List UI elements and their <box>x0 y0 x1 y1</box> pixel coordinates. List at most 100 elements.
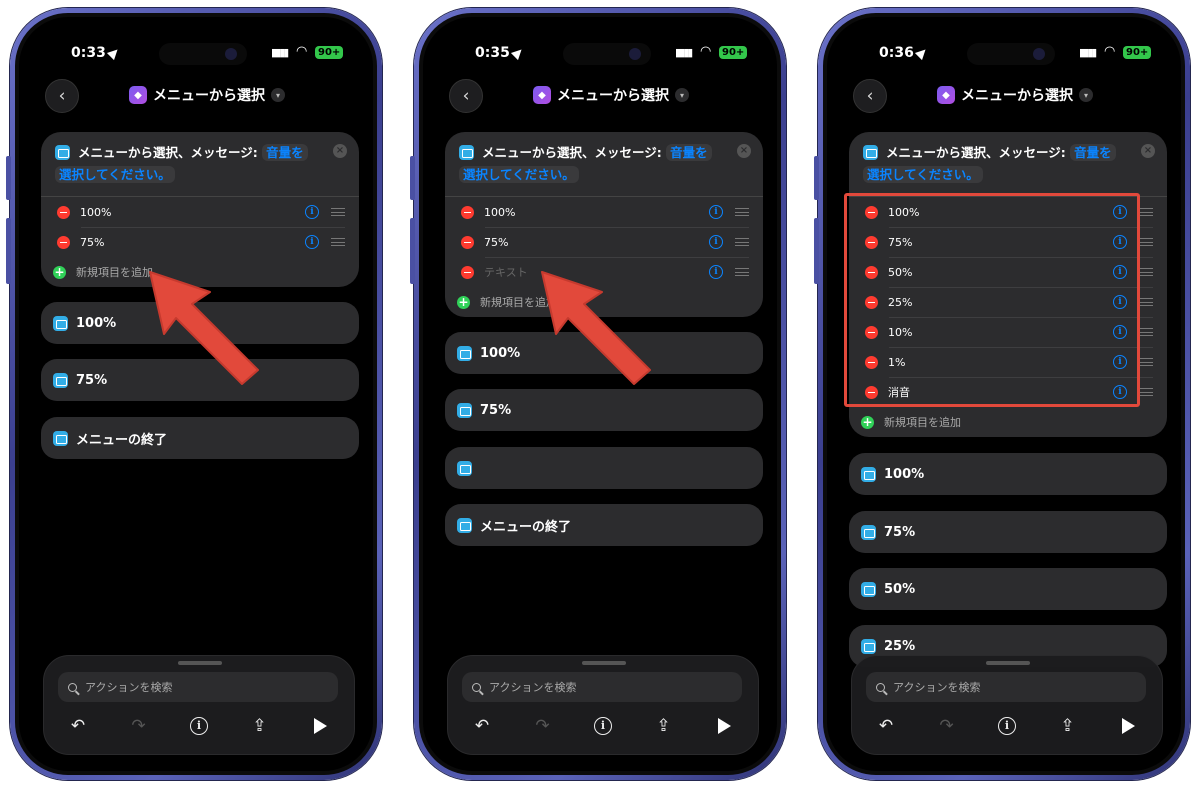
screen: 0:36 ▮▮▮▮ ◠ 90+ ‹ ◆ メニューから選択 ▾ メニューから選択、… <box>823 13 1185 775</box>
info-button[interactable]: i <box>187 714 211 738</box>
end-menu-label: メニューの終了 <box>480 519 572 535</box>
add-new-item-button[interactable]: + 新規項目を追加 <box>445 287 763 317</box>
scripting-icon <box>861 524 876 540</box>
run-button[interactable] <box>1116 714 1140 738</box>
status-bar: 0:35 ▮▮▮▮ ◠ 90+ <box>423 43 777 65</box>
page-title: メニューから選択 <box>153 88 265 104</box>
menu-case-block[interactable]: 100% <box>41 302 359 344</box>
info-button[interactable]: i <box>995 714 1019 738</box>
sheet-handle[interactable] <box>986 661 1030 665</box>
drag-handle-icon[interactable] <box>331 238 345 246</box>
drag-handle-icon[interactable] <box>1139 388 1153 396</box>
add-new-item-button[interactable]: + 新規項目を追加 <box>41 257 359 287</box>
end-menu-block[interactable]: メニューの終了 <box>41 417 359 459</box>
sheet-handle[interactable] <box>582 661 626 665</box>
info-button[interactable]: i <box>591 714 615 738</box>
menu-item-label[interactable]: 75% <box>80 236 305 249</box>
close-icon[interactable]: × <box>737 144 751 158</box>
back-button[interactable]: ‹ <box>45 79 79 113</box>
shortcut-title-menu[interactable]: ◆ メニューから選択 ▾ <box>129 85 285 105</box>
drag-handle-icon[interactable] <box>735 208 749 216</box>
remove-icon[interactable] <box>57 205 70 219</box>
info-icon[interactable]: i <box>709 205 723 219</box>
info-icon[interactable]: i <box>305 235 319 249</box>
menu-item-label[interactable]: 75% <box>484 236 709 249</box>
menu-item[interactable]: 100% i <box>445 197 763 227</box>
add-icon: + <box>861 414 874 429</box>
drag-handle-icon[interactable] <box>331 208 345 216</box>
menu-item-label[interactable]: 100% <box>484 206 709 219</box>
menu-item-new[interactable]: テキスト i <box>445 257 763 287</box>
undo-icon: ↶ <box>878 716 894 736</box>
undo-button[interactable]: ↶ <box>470 714 494 738</box>
prompt-token[interactable]: 音量を <box>1070 144 1116 161</box>
close-icon[interactable]: × <box>1141 144 1155 158</box>
drag-handle-icon[interactable] <box>1139 328 1153 336</box>
action-header: メニューから選択、メッセージ: 音量を 選択してください。 × <box>849 132 1167 196</box>
redo-button[interactable]: ↷ <box>935 714 959 738</box>
back-button[interactable]: ‹ <box>853 79 887 113</box>
drag-handle-icon[interactable] <box>735 238 749 246</box>
prompt-token-continued[interactable]: 選択してください。 <box>459 166 579 183</box>
info-icon[interactable]: i <box>709 265 723 279</box>
menu-item-placeholder[interactable]: テキスト <box>484 264 709 280</box>
menu-case-block[interactable]: 75% <box>41 359 359 401</box>
share-button[interactable]: ⇪ <box>652 714 676 738</box>
prompt-token[interactable]: 音量を <box>262 144 308 161</box>
close-icon[interactable]: × <box>333 144 347 158</box>
remove-icon[interactable] <box>461 235 474 249</box>
info-icon: i <box>998 717 1016 735</box>
menu-case-block[interactable]: 75% <box>445 389 763 431</box>
info-icon[interactable]: i <box>709 235 723 249</box>
prompt-token[interactable]: 音量を <box>666 144 712 161</box>
action-header: メニューから選択、メッセージ: 音量を 選択してください。 × <box>445 132 763 196</box>
drag-handle-icon[interactable] <box>1139 298 1153 306</box>
redo-button[interactable]: ↷ <box>127 714 151 738</box>
back-button[interactable]: ‹ <box>449 79 483 113</box>
drag-handle-icon[interactable] <box>1139 358 1153 366</box>
search-input[interactable]: アクションを検索 <box>866 672 1146 702</box>
menu-item[interactable]: 75% i <box>445 227 763 257</box>
search-input[interactable]: アクションを検索 <box>462 672 742 702</box>
scripting-icon <box>457 460 472 476</box>
info-icon[interactable]: i <box>305 205 319 219</box>
drag-handle-icon[interactable] <box>1139 208 1153 216</box>
chevron-down-icon: ▾ <box>675 88 689 102</box>
remove-icon[interactable] <box>461 265 474 279</box>
shortcut-title-menu[interactable]: ◆ メニューから選択 ▾ <box>937 85 1093 105</box>
menu-case-block[interactable]: 50% <box>849 568 1167 610</box>
toolbar-buttons: ↶ ↷ i ⇪ <box>874 714 1140 738</box>
shortcut-title-menu[interactable]: ◆ メニューから選択 ▾ <box>533 85 689 105</box>
menu-item[interactable]: 100% i <box>41 197 359 227</box>
drag-handle-icon[interactable] <box>1139 268 1153 276</box>
share-button[interactable]: ⇪ <box>1056 714 1080 738</box>
menu-item[interactable]: 75% i <box>41 227 359 257</box>
status-bar: 0:36 ▮▮▮▮ ◠ 90+ <box>827 43 1181 65</box>
undo-button[interactable]: ↶ <box>66 714 90 738</box>
menu-case-block-empty[interactable] <box>445 447 763 489</box>
prompt-token-continued[interactable]: 選択してください。 <box>863 166 983 183</box>
layers-icon: ◆ <box>129 86 147 104</box>
highlight-box <box>844 193 1140 407</box>
menu-case-block[interactable]: 100% <box>445 332 763 374</box>
menu-case-block[interactable]: 75% <box>849 511 1167 553</box>
drag-handle-icon[interactable] <box>735 268 749 276</box>
share-button[interactable]: ⇪ <box>248 714 272 738</box>
remove-icon[interactable] <box>461 205 474 219</box>
sheet-handle[interactable] <box>178 661 222 665</box>
menu-item-label[interactable]: 100% <box>80 206 305 219</box>
prompt-token-continued[interactable]: 選択してください。 <box>55 166 175 183</box>
share-icon: ⇪ <box>656 716 671 736</box>
end-menu-block[interactable]: メニューの終了 <box>445 504 763 546</box>
run-button[interactable] <box>308 714 332 738</box>
remove-icon[interactable] <box>57 235 70 249</box>
drag-handle-icon[interactable] <box>1139 238 1153 246</box>
run-button[interactable] <box>712 714 736 738</box>
location-icon <box>914 45 929 61</box>
menu-case-block[interactable]: 100% <box>849 453 1167 495</box>
undo-button[interactable]: ↶ <box>874 714 898 738</box>
search-input[interactable]: アクションを検索 <box>58 672 338 702</box>
add-new-item-button[interactable]: + 新規項目を追加 <box>849 407 1167 437</box>
redo-button[interactable]: ↷ <box>531 714 555 738</box>
clock: 0:33 <box>71 45 106 61</box>
